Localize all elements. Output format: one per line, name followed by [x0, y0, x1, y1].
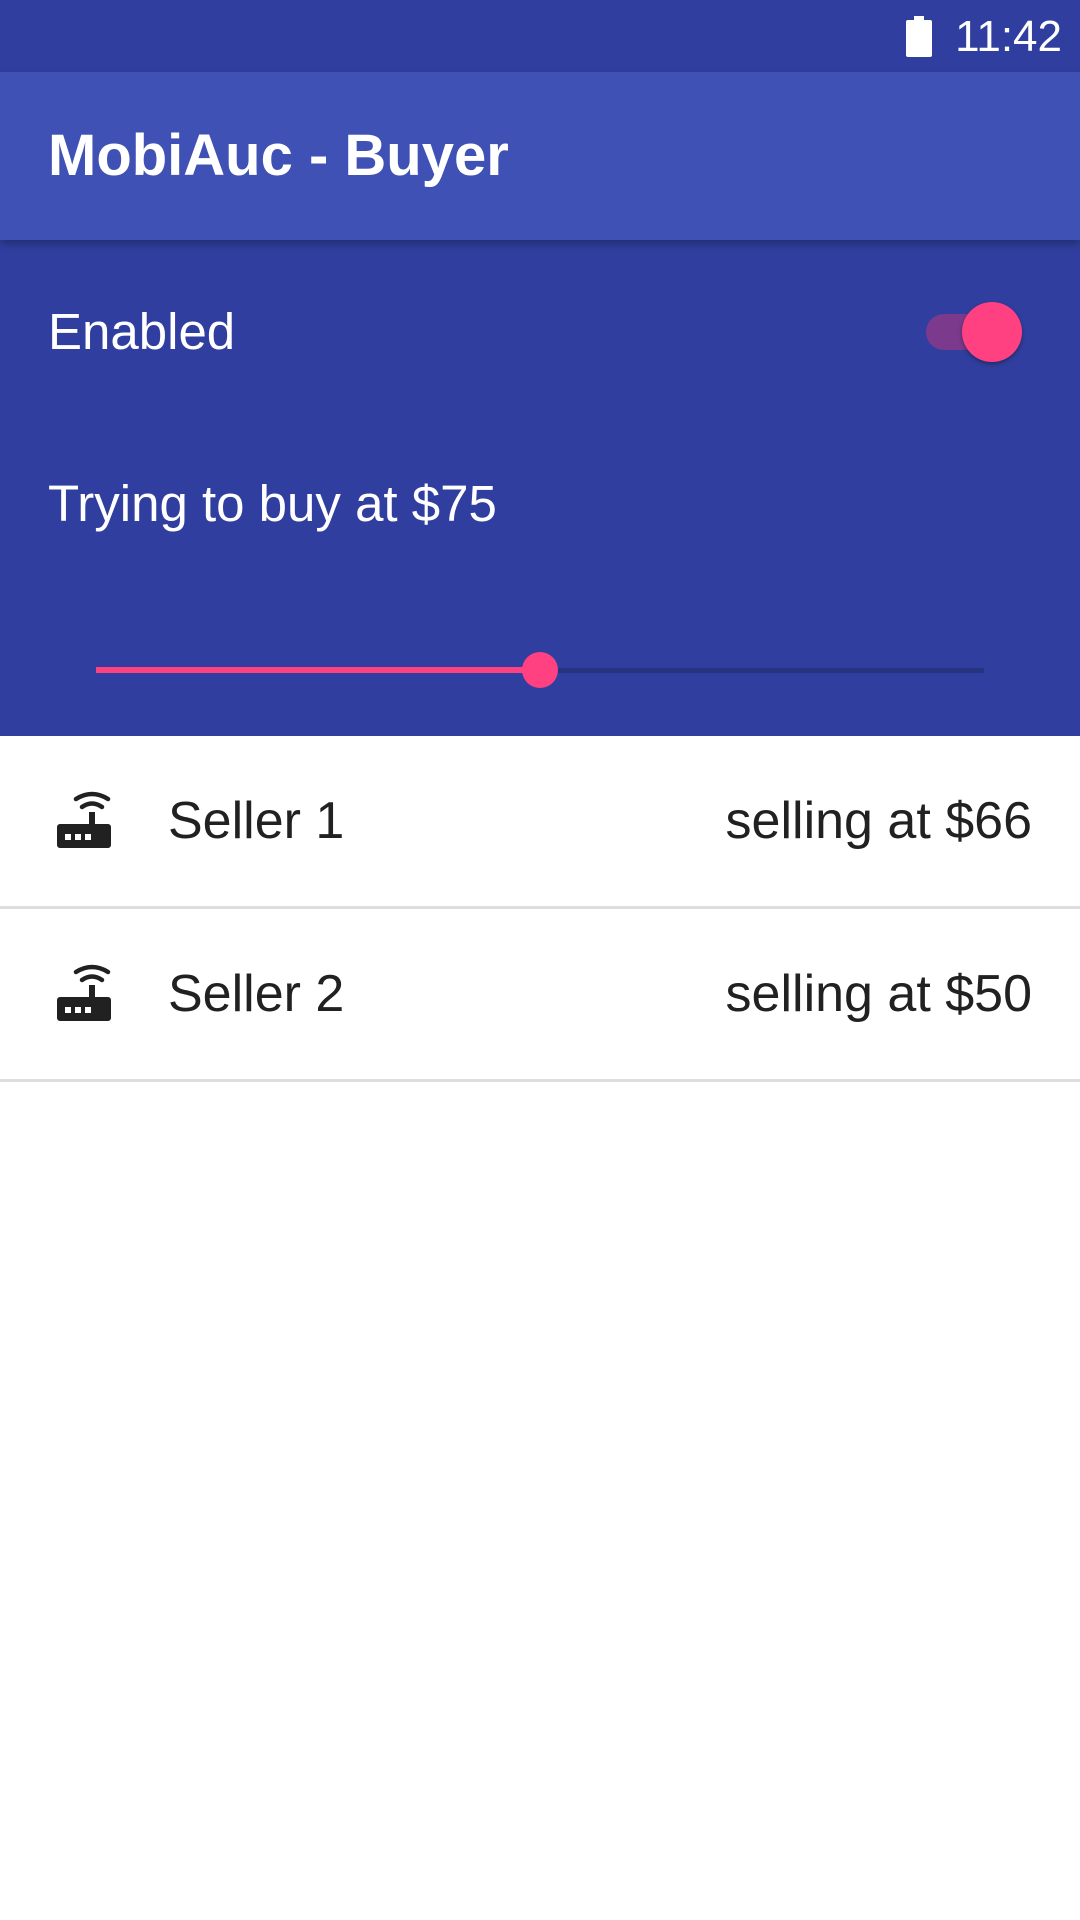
- seller-row[interactable]: Seller 2 selling at $50: [0, 909, 1080, 1082]
- enabled-label: Enabled: [48, 303, 236, 360]
- slider-fill: [96, 667, 540, 673]
- seller-name: Seller 2: [168, 965, 345, 1023]
- control-panel: Enabled Trying to buy at $75: [0, 240, 1080, 736]
- status-bar: 11:42: [0, 0, 1080, 72]
- target-price-label: Trying to buy at $75: [48, 475, 497, 532]
- enabled-switch[interactable]: [924, 300, 1024, 364]
- router-icon: [56, 963, 112, 1021]
- seller-name: Seller 1: [168, 792, 345, 850]
- battery-full-icon: [906, 16, 932, 57]
- seller-row[interactable]: Seller 1 selling at $66: [0, 736, 1080, 909]
- app-title: MobiAuc - Buyer: [48, 123, 509, 188]
- slider-thumb[interactable]: [522, 652, 558, 688]
- router-icon: [56, 790, 112, 848]
- seller-price: selling at $66: [725, 792, 1032, 850]
- status-clock: 11:42: [955, 12, 1062, 61]
- switch-thumb[interactable]: [962, 302, 1022, 362]
- seller-price: selling at $50: [725, 965, 1032, 1023]
- app-bar: MobiAuc - Buyer: [0, 72, 1080, 240]
- price-slider[interactable]: [96, 630, 984, 710]
- seller-list: Seller 1 selling at $66 Seller 2 selling…: [0, 736, 1080, 1082]
